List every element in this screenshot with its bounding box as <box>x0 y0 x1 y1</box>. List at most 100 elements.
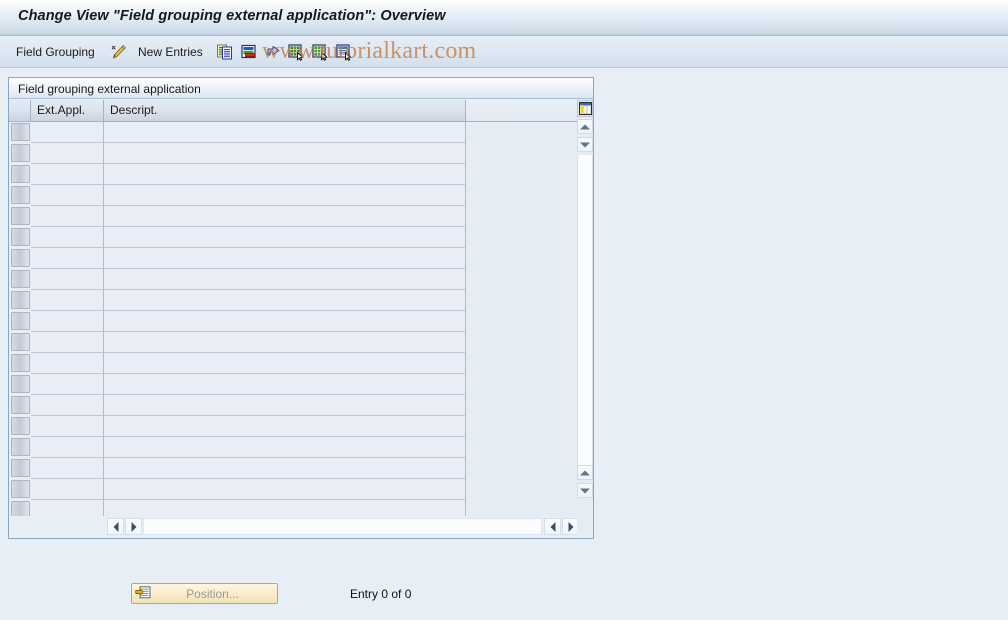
row-select-button[interactable] <box>11 207 30 225</box>
cell-descript[interactable] <box>104 416 466 437</box>
row-select-button[interactable] <box>11 396 30 414</box>
entry-status-label: Entry 0 of 0 <box>350 587 412 601</box>
cell-ext-appl[interactable] <box>31 353 104 374</box>
scroll-page-up-button[interactable] <box>577 465 593 480</box>
table-settings-icon[interactable] <box>577 100 593 117</box>
cell-ext-appl[interactable] <box>31 143 104 164</box>
horizontal-scrollbar[interactable] <box>9 516 593 538</box>
cell-ext-appl[interactable] <box>31 311 104 332</box>
table-row[interactable] <box>9 248 593 269</box>
table-row[interactable] <box>9 122 593 143</box>
cell-descript[interactable] <box>104 227 466 248</box>
row-select-button[interactable] <box>11 375 30 393</box>
vertical-scrollbar[interactable] <box>577 100 593 538</box>
horizontal-scroll-track[interactable] <box>143 518 542 535</box>
cell-descript[interactable] <box>104 206 466 227</box>
field-grouping-menu[interactable]: Field Grouping <box>16 36 95 67</box>
row-select-button[interactable] <box>11 354 30 372</box>
cell-ext-appl[interactable] <box>31 206 104 227</box>
scroll-up-button[interactable] <box>577 119 593 134</box>
select-all-column-header[interactable] <box>9 100 31 122</box>
scroll-left-button[interactable] <box>107 518 124 535</box>
row-select-button[interactable] <box>11 312 30 330</box>
cell-descript[interactable] <box>104 185 466 206</box>
table-row[interactable] <box>9 416 593 437</box>
table-row[interactable] <box>9 395 593 416</box>
row-select-button[interactable] <box>11 459 30 477</box>
table-row[interactable] <box>9 374 593 395</box>
row-select-button[interactable] <box>11 144 30 162</box>
table-row[interactable] <box>9 290 593 311</box>
cell-ext-appl[interactable] <box>31 248 104 269</box>
cell-descript[interactable] <box>104 374 466 395</box>
cell-descript[interactable] <box>104 143 466 164</box>
cell-descript[interactable] <box>104 437 466 458</box>
table-row[interactable] <box>9 479 593 500</box>
cell-ext-appl[interactable] <box>31 227 104 248</box>
scroll-down-button[interactable] <box>577 137 593 152</box>
cell-ext-appl[interactable] <box>31 437 104 458</box>
cell-ext-appl[interactable] <box>31 269 104 290</box>
vertical-scroll-track[interactable] <box>577 155 593 465</box>
table-row[interactable] <box>9 458 593 479</box>
cell-ext-appl[interactable] <box>31 164 104 185</box>
scroll-page-down-button[interactable] <box>577 483 593 498</box>
table-row[interactable] <box>9 269 593 290</box>
table-row[interactable] <box>9 332 593 353</box>
row-select-button[interactable] <box>11 186 30 204</box>
cell-ext-appl[interactable] <box>31 332 104 353</box>
row-select-button[interactable] <box>11 270 30 288</box>
scroll-right-button[interactable] <box>125 518 142 535</box>
row-select-button[interactable] <box>11 228 30 246</box>
table-row[interactable] <box>9 437 593 458</box>
column-header-ext-appl[interactable]: Ext.Appl. <box>31 100 104 122</box>
new-entries-button[interactable]: New Entries <box>138 36 203 67</box>
copy-icon[interactable] <box>216 36 234 67</box>
cell-descript[interactable] <box>104 269 466 290</box>
row-select-button[interactable] <box>11 249 30 267</box>
select-all-icon[interactable] <box>287 36 305 67</box>
cell-ext-appl[interactable] <box>31 395 104 416</box>
triangle-down-icon <box>580 488 590 493</box>
column-header-descript[interactable]: Descript. <box>104 100 466 122</box>
cell-ext-appl[interactable] <box>31 122 104 143</box>
undo-icon[interactable] <box>264 36 282 67</box>
row-select-button[interactable] <box>11 291 30 309</box>
row-select-button[interactable] <box>11 165 30 183</box>
select-block-icon[interactable] <box>335 36 353 67</box>
scroll-far-left-button[interactable] <box>544 518 561 535</box>
cell-ext-appl[interactable] <box>31 290 104 311</box>
cell-descript[interactable] <box>104 353 466 374</box>
table-row[interactable] <box>9 206 593 227</box>
cell-ext-appl[interactable] <box>31 374 104 395</box>
cell-descript[interactable] <box>104 122 466 143</box>
row-select-button[interactable] <box>11 480 30 498</box>
cell-descript[interactable] <box>104 479 466 500</box>
table-row[interactable] <box>9 227 593 248</box>
row-select-button[interactable] <box>11 438 30 456</box>
cell-descript[interactable] <box>104 164 466 185</box>
cell-descript[interactable] <box>104 248 466 269</box>
position-button[interactable]: Position... <box>131 583 278 604</box>
table-row[interactable] <box>9 353 593 374</box>
cell-ext-appl[interactable] <box>31 479 104 500</box>
row-select-button[interactable] <box>11 417 30 435</box>
pencil-icon[interactable] <box>110 36 128 67</box>
delete-icon[interactable] <box>240 36 258 67</box>
deselect-all-icon[interactable] <box>311 36 329 67</box>
row-select-button[interactable] <box>11 123 30 141</box>
cell-descript[interactable] <box>104 458 466 479</box>
table-row[interactable] <box>9 311 593 332</box>
table-row[interactable] <box>9 143 593 164</box>
row-select-button[interactable] <box>11 333 30 351</box>
cell-descript[interactable] <box>104 290 466 311</box>
cell-ext-appl[interactable] <box>31 458 104 479</box>
cell-descript[interactable] <box>104 332 466 353</box>
cell-filler <box>466 332 593 353</box>
table-row[interactable] <box>9 164 593 185</box>
cell-ext-appl[interactable] <box>31 185 104 206</box>
cell-ext-appl[interactable] <box>31 416 104 437</box>
cell-descript[interactable] <box>104 395 466 416</box>
cell-descript[interactable] <box>104 311 466 332</box>
table-row[interactable] <box>9 185 593 206</box>
